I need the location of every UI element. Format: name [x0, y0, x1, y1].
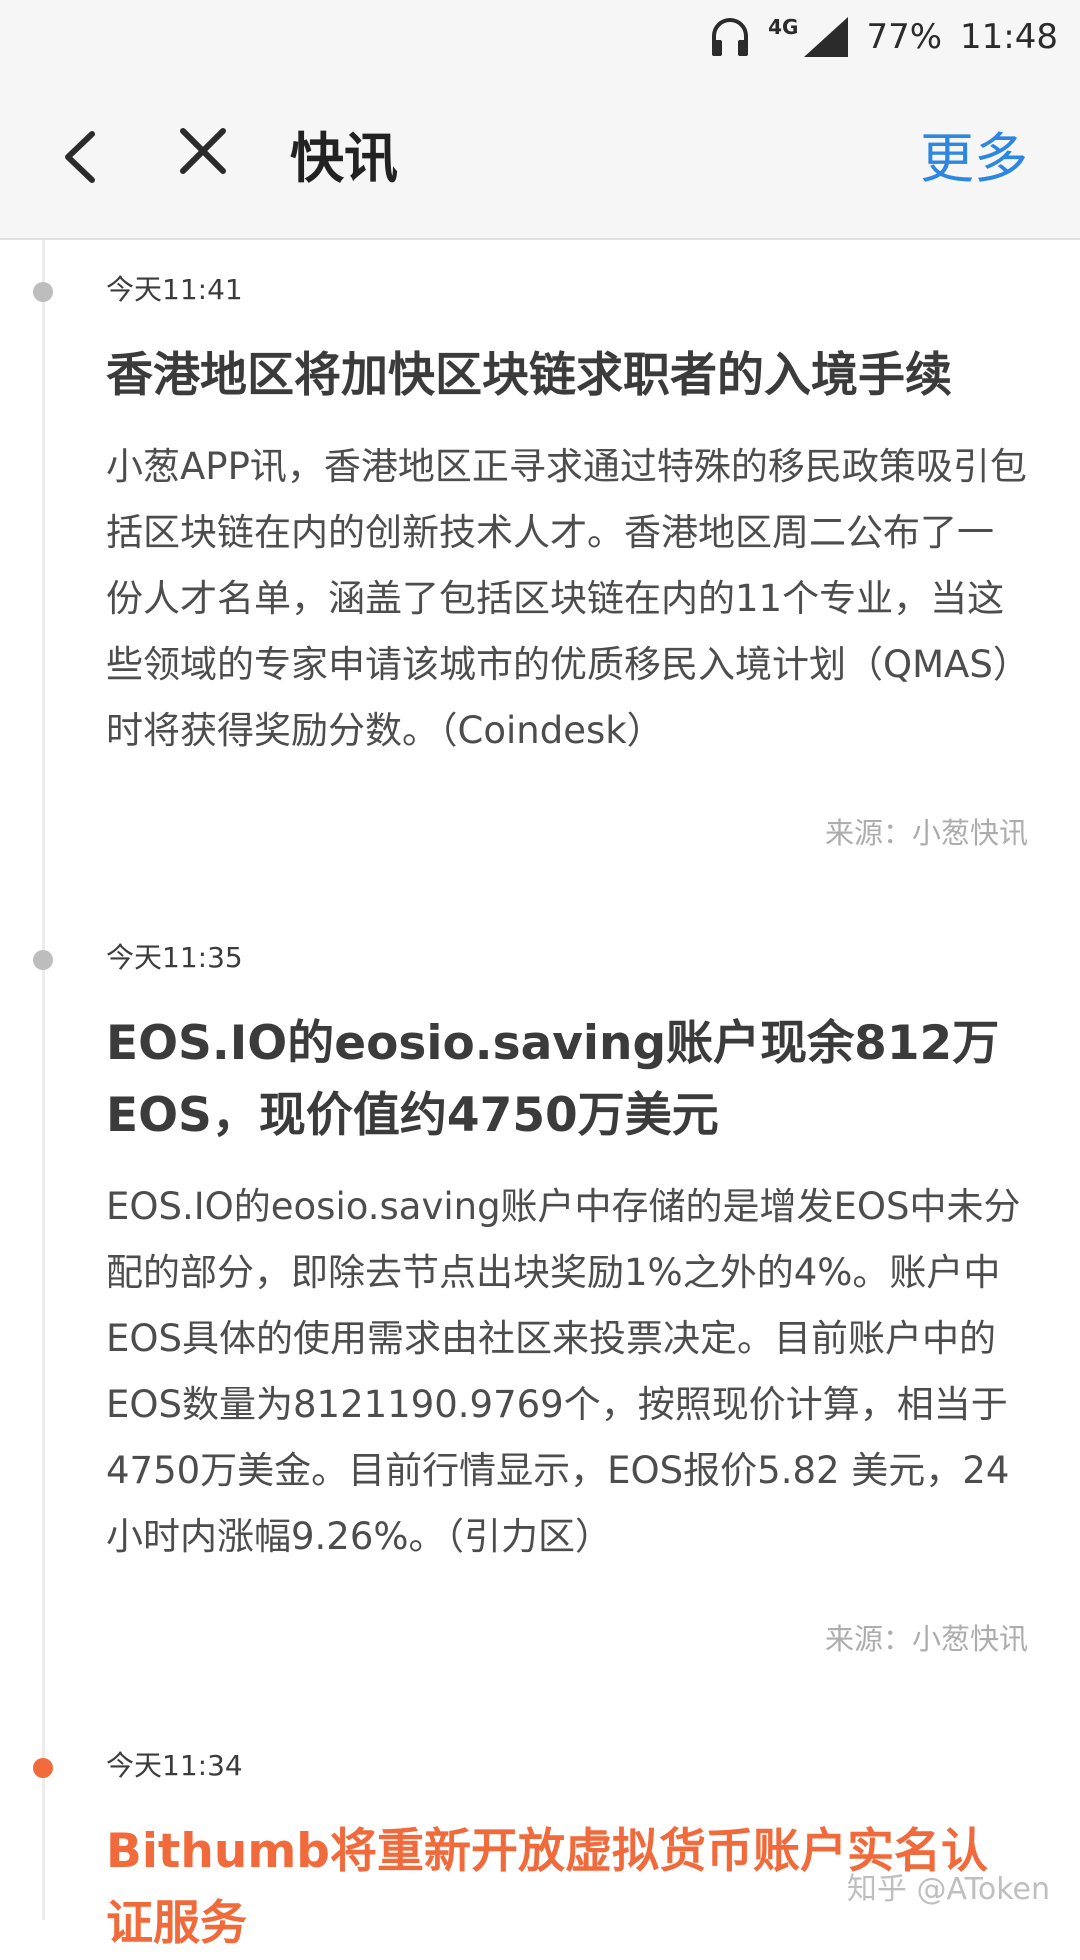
timeline-dot-active [33, 1758, 53, 1778]
status-indicators: 4G 77% 11:48 [710, 10, 1058, 64]
timeline-dot [33, 950, 53, 970]
news-source: 来源：小葱快讯 [824, 816, 1028, 850]
network-indicator: 4G [768, 15, 849, 59]
signal-icon [804, 17, 849, 57]
news-time: 今天11:41 [106, 273, 243, 306]
news-time: 今天11:34 [106, 1749, 243, 1782]
news-item[interactable]: 今天11:34 Bithumb将重新开放虚拟货币账户实名认证服务 [106, 1744, 1028, 1960]
watermark: 知乎 @AToken [846, 1872, 1050, 1907]
page-title: 快讯 [290, 127, 398, 190]
news-time: 今天11:35 [106, 941, 243, 974]
battery-level: 77% [866, 17, 943, 57]
news-headline[interactable]: 香港地区将加快区块链求职者的入境手续 [106, 340, 1028, 412]
news-item[interactable]: 今天11:35 EOS.IO的eosio.saving账户现余812万EOS，现… [106, 936, 1028, 1658]
news-body: 小葱APP讯，香港地区正寻求通过特殊的移民政策吸引包括区块链在内的创新技术人才。… [106, 445, 1027, 752]
status-bar: 4G 77% 11:48 [0, 0, 1080, 74]
more-button[interactable]: 更多 [920, 114, 1028, 193]
news-source: 来源：小葱快讯 [824, 1622, 1028, 1656]
news-headline[interactable]: EOS.IO的eosio.saving账户现余812万EOS，现价值约4750万… [106, 1008, 1028, 1152]
timeline-dot [33, 282, 53, 302]
news-item[interactable]: 今天11:41 香港地区将加快区块链求职者的入境手续 小葱APP讯，香港地区正寻… [106, 268, 1028, 852]
nav-bar: 快讯 更多 [0, 74, 1080, 240]
news-body: EOS.IO的eosio.saving账户中存储的是增发EOS中未分配的部分，即… [106, 1185, 1021, 1558]
network-type: 4G [768, 15, 799, 39]
clock: 11:48 [960, 17, 1058, 57]
chevron-left-icon[interactable] [52, 122, 112, 192]
timeline-line [42, 240, 45, 1920]
headset-icon [712, 18, 749, 56]
close-icon[interactable] [178, 126, 228, 176]
